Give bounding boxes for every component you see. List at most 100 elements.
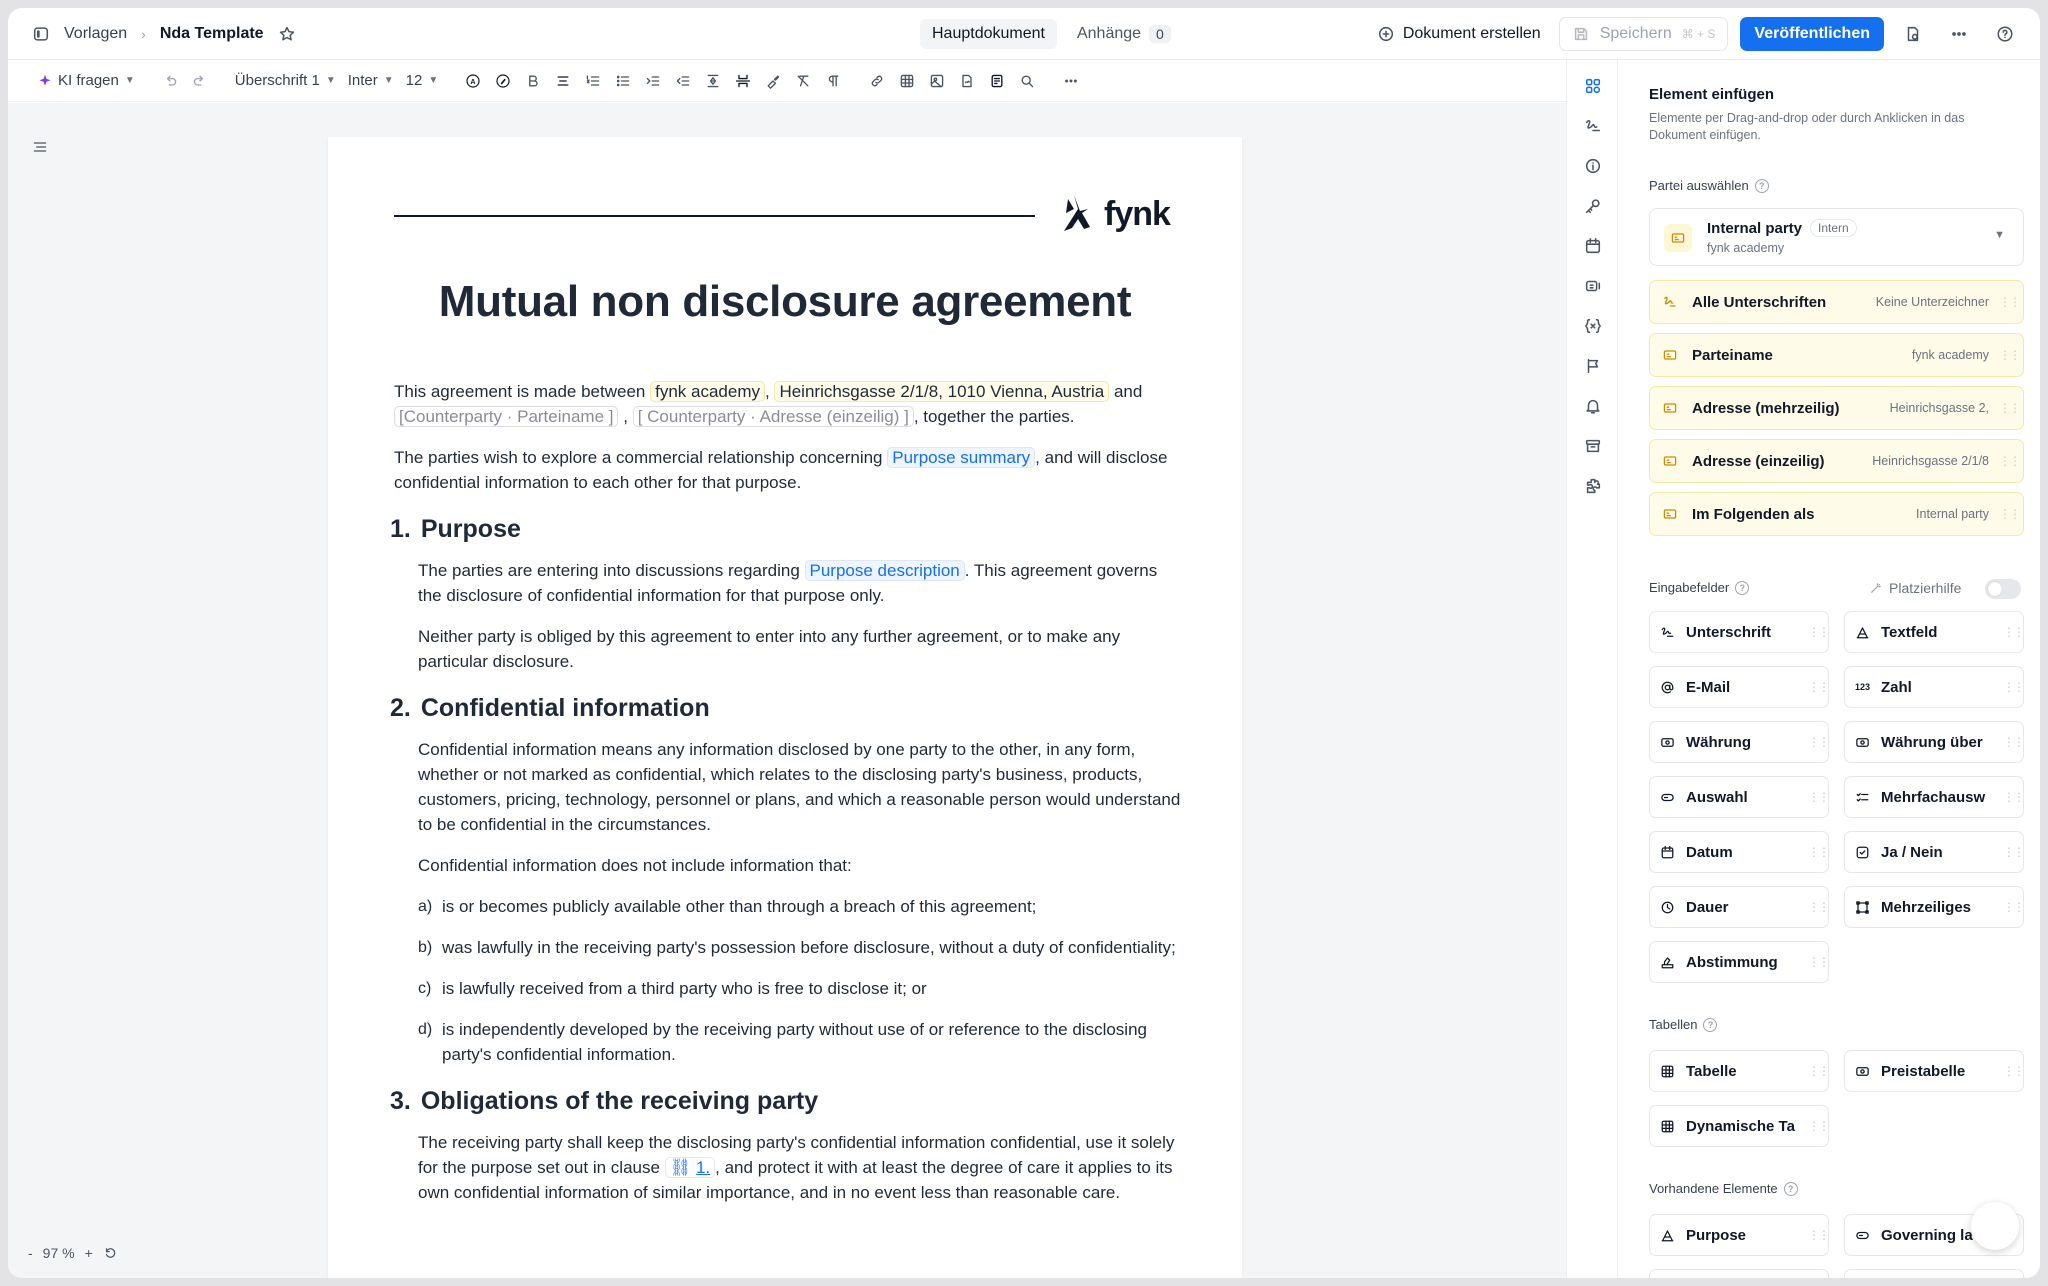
highlight-icon[interactable]	[488, 66, 518, 96]
insert-variable-icon[interactable]	[982, 66, 1012, 96]
counterparty-address-field[interactable]: [ Counterparty · Adresse (einzeilig) ]	[632, 406, 914, 427]
element-multi-select[interactable]: Mehrfachausw ⋮⋮	[1844, 776, 2024, 818]
drag-handle-icon[interactable]: ⋮⋮	[1808, 901, 1828, 913]
signatures-icon[interactable]	[1567, 106, 1619, 146]
drag-handle-icon[interactable]: ⋮⋮	[1808, 736, 1828, 748]
help-icon[interactable]: ?	[1735, 580, 1750, 595]
drag-handle-icon[interactable]: ⋮⋮	[1808, 956, 1828, 968]
drag-handle-icon[interactable]: ⋮⋮	[1999, 402, 2021, 414]
drag-handle-icon[interactable]: ⋮⋮	[1999, 455, 2021, 467]
text-color-icon[interactable]: A	[458, 66, 488, 96]
create-document-button[interactable]: Dokument erstellen	[1371, 25, 1547, 43]
element-vote[interactable]: Abstimmung ⋮⋮	[1649, 941, 1829, 983]
insert-table-icon[interactable]	[892, 66, 922, 96]
help-icon[interactable]: ?	[1703, 1017, 1718, 1032]
party-field-all-signatures[interactable]: Alle Unterschriften Keine Unterzeichner …	[1649, 280, 2024, 324]
element-duration[interactable]: Dauer ⋮⋮	[1649, 886, 1829, 928]
drag-handle-icon[interactable]: ⋮⋮	[1808, 1065, 1828, 1077]
section-heading-obligations[interactable]: 3. Obligations of the receiving party	[390, 1089, 1184, 1114]
drag-handle-icon[interactable]: ⋮⋮	[1999, 296, 2021, 308]
font-family-select[interactable]: Inter ▼	[342, 60, 400, 102]
bold-icon[interactable]	[518, 66, 548, 96]
help-icon[interactable]	[1988, 17, 2022, 51]
insert-signature-icon[interactable]	[952, 66, 982, 96]
zoom-out-button[interactable]: -	[28, 1245, 33, 1261]
zoom-in-button[interactable]: +	[85, 1245, 93, 1261]
bullet-list-icon[interactable]	[608, 66, 638, 96]
element-number[interactable]: 123 Zahl ⋮⋮	[1844, 666, 2024, 708]
publish-button[interactable]: Veröffentlichen	[1740, 17, 1884, 51]
element-date[interactable]: Datum ⋮⋮	[1649, 831, 1829, 873]
reset-zoom-icon[interactable]	[103, 1246, 117, 1260]
tab-main-document[interactable]: Hauptdokument	[920, 19, 1057, 49]
existing-element-purpose[interactable]: Purpose ⋮⋮	[1649, 1214, 1829, 1256]
link-icon[interactable]	[862, 66, 892, 96]
insert-image-icon[interactable]	[922, 66, 952, 96]
purpose-summary-field[interactable]: Purpose summary	[887, 447, 1036, 468]
tab-attachments[interactable]: Anhänge 0	[1065, 19, 1183, 49]
spacing-icon[interactable]	[698, 66, 728, 96]
drag-handle-icon[interactable]: ⋮⋮	[1999, 508, 2021, 520]
chat-launcher-button[interactable]	[1971, 1202, 2019, 1250]
paragraph-style-select[interactable]: Überschrift 1 ▼	[229, 60, 342, 102]
element-price-table[interactable]: Preistabelle ⋮⋮	[1844, 1050, 2024, 1092]
drag-handle-icon[interactable]: ⋮⋮	[2003, 791, 2023, 803]
more-tools-icon[interactable]	[1056, 66, 1086, 96]
element-dynamic-table[interactable]: Dynamische Ta ⋮⋮	[1649, 1105, 1829, 1147]
existing-element-partial[interactable]	[1844, 1269, 2024, 1278]
drag-handle-icon[interactable]: ⋮⋮	[2003, 1065, 2023, 1077]
existing-element-partial[interactable]	[1649, 1269, 1829, 1278]
placement-help-toggle[interactable]	[1985, 579, 2021, 599]
drag-handle-icon[interactable]: ⋮⋮	[2003, 626, 2023, 638]
align-center-icon[interactable]	[548, 66, 578, 96]
drag-handle-icon[interactable]: ⋮⋮	[2003, 681, 2023, 693]
drag-handle-icon[interactable]: ⋮⋮	[2003, 736, 2023, 748]
element-currency[interactable]: Währung ⋮⋮	[1649, 721, 1829, 763]
zoom-value[interactable]: 97 %	[43, 1245, 75, 1261]
drag-handle-icon[interactable]: ⋮⋮	[2003, 846, 2023, 858]
element-select[interactable]: Auswahl ⋮⋮	[1649, 776, 1829, 818]
party-select[interactable]: Internal party Intern fynk academy ▼	[1649, 208, 2024, 266]
document-body[interactable]: This agreement is made between fynk acad…	[390, 379, 1184, 1221]
outdent-icon[interactable]	[668, 66, 698, 96]
drag-handle-icon[interactable]: ⋮⋮	[1808, 846, 1828, 858]
party-field-address-multiline[interactable]: Adresse (mehrzeilig) Heinrichsgasse 2, ⋮…	[1649, 386, 2024, 430]
drag-handle-icon[interactable]: ⋮⋮	[1808, 681, 1828, 693]
page-break-icon[interactable]	[728, 66, 758, 96]
ordered-list-icon[interactable]	[578, 66, 608, 96]
insert-elements-icon[interactable]	[1567, 66, 1619, 106]
linked-docs-icon[interactable]	[1567, 266, 1619, 306]
indent-icon[interactable]	[638, 66, 668, 96]
party-field-address-single[interactable]: Adresse (einzeilig) Heinrichsgasse 2/1/8…	[1649, 439, 2024, 483]
sidebar-toggle-icon[interactable]	[32, 25, 50, 43]
variables-icon[interactable]	[1567, 306, 1619, 346]
integrations-icon[interactable]	[1567, 466, 1619, 506]
pilcrow-icon[interactable]	[818, 66, 848, 96]
ai-assist-button[interactable]: KI fragen ▼	[32, 60, 141, 102]
save-button[interactable]: Speichern ⌘ + S	[1558, 17, 1729, 51]
font-size-select[interactable]: 12 ▼	[400, 60, 445, 102]
section-heading-confidential[interactable]: 2. Confidential information	[390, 696, 1184, 721]
drag-handle-icon[interactable]: ⋮⋮	[1808, 626, 1828, 638]
more-options-icon[interactable]	[1942, 17, 1976, 51]
undo-icon[interactable]	[155, 66, 185, 96]
party-name-field[interactable]: fynk academy	[650, 381, 765, 402]
purpose-description-field[interactable]: Purpose description	[804, 560, 965, 581]
document-title[interactable]: Mutual non disclosure agreement	[328, 277, 1242, 327]
party-field-referred-as[interactable]: Im Folgenden als Internal party ⋮⋮	[1649, 492, 2024, 536]
element-email[interactable]: E-Mail ⋮⋮	[1649, 666, 1829, 708]
outline-icon[interactable]	[32, 139, 48, 155]
archive-icon[interactable]	[1567, 426, 1619, 466]
drag-handle-icon[interactable]: ⋮⋮	[1999, 349, 2021, 361]
flag-icon[interactable]	[1567, 346, 1619, 386]
info-icon[interactable]	[1567, 146, 1619, 186]
clause-reference-link[interactable]: ⛓ 1.	[664, 1157, 716, 1178]
drag-handle-icon[interactable]: ⋮⋮	[2003, 901, 2023, 913]
element-yes-no[interactable]: Ja / Nein ⋮⋮	[1844, 831, 2024, 873]
document-page[interactable]: fynk Mutual non disclosure agreement Thi…	[328, 137, 1242, 1278]
clear-format-icon[interactable]	[788, 66, 818, 96]
element-signature[interactable]: Unterschrift ⋮⋮	[1649, 611, 1829, 653]
breadcrumb-vorlagen[interactable]: Vorlagen	[64, 25, 127, 43]
party-address-field[interactable]: Heinrichsgasse 2/1/8, 1010 Vienna, Austr…	[774, 381, 1110, 402]
party-field-name[interactable]: Parteiname fynk academy ⋮⋮	[1649, 333, 2024, 377]
